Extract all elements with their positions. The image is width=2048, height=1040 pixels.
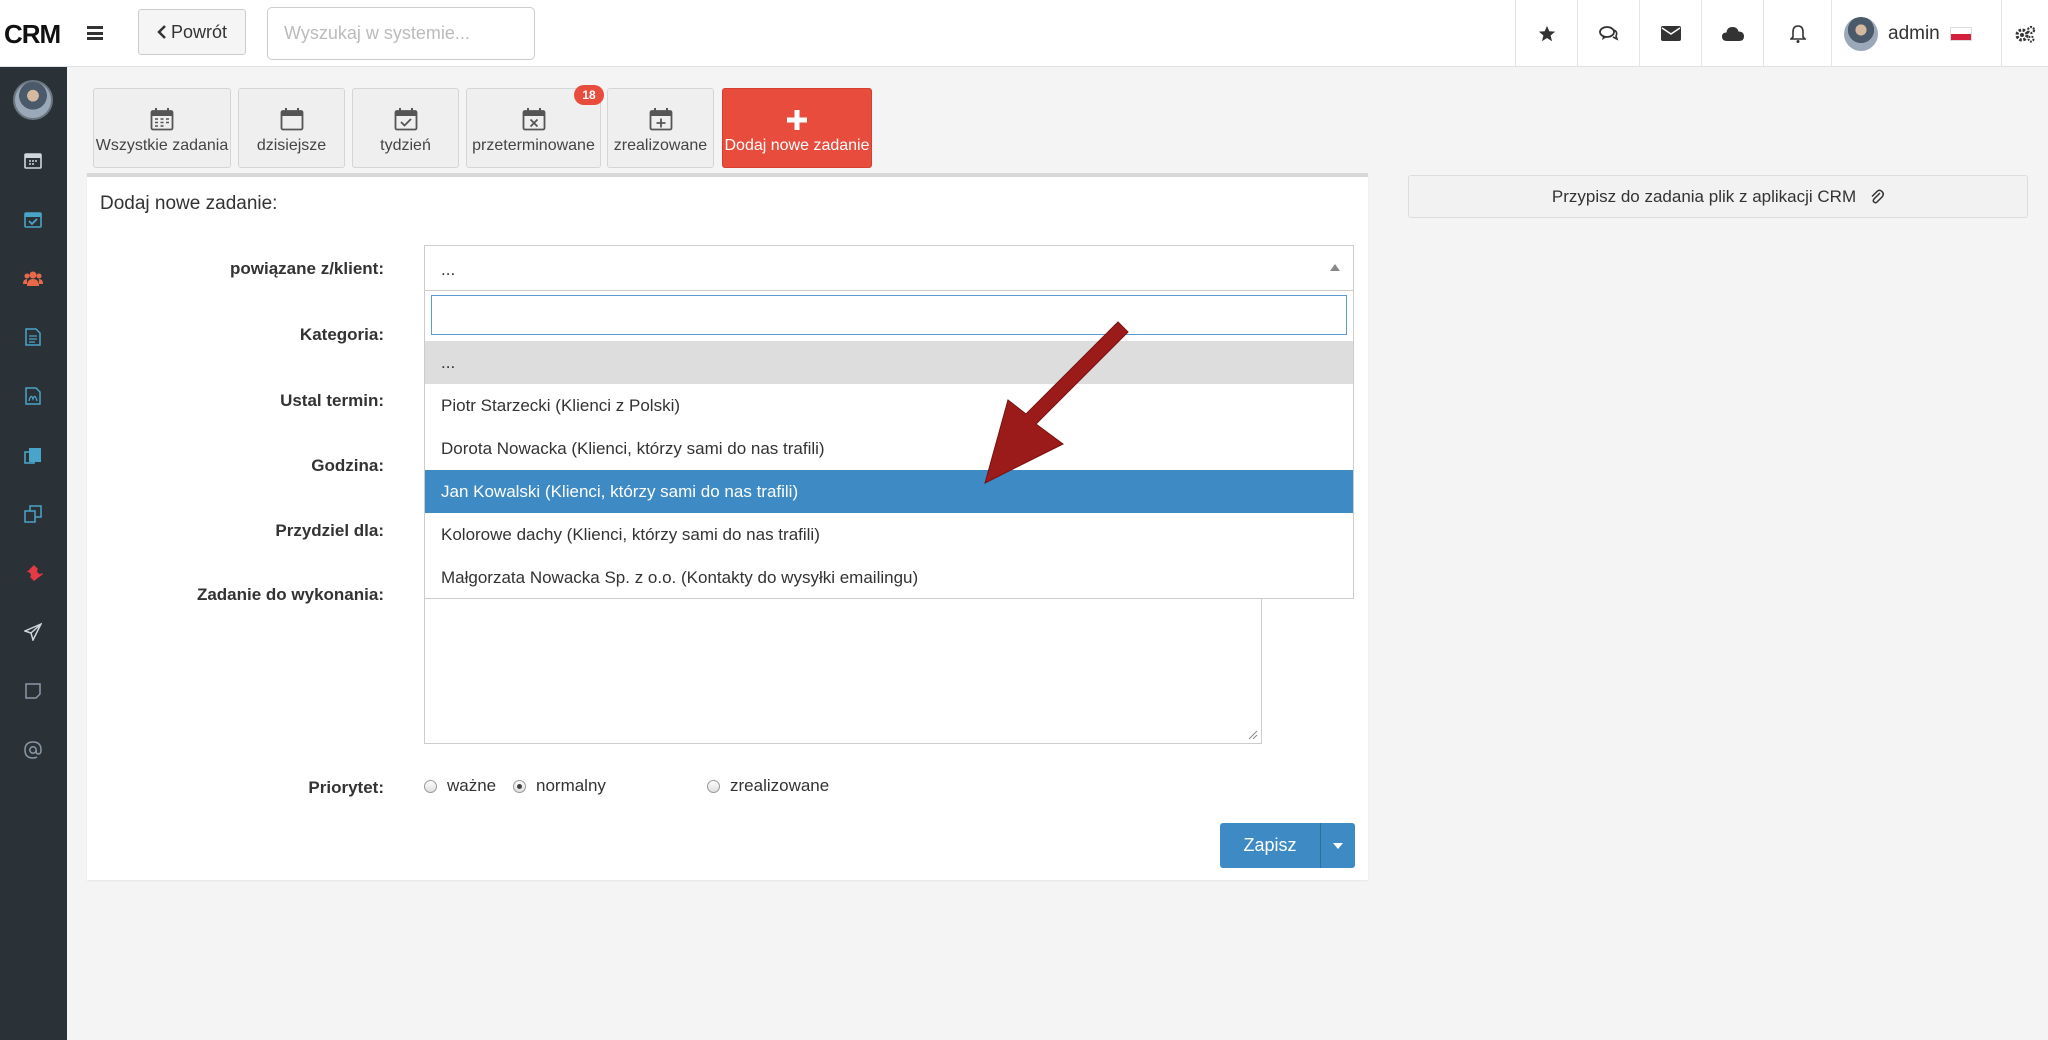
- priority-normal-option[interactable]: normalny: [513, 776, 606, 796]
- attach-crm-file-button[interactable]: Przypisz do zadania plik z aplikacji CRM: [1408, 175, 2028, 218]
- hour-label: Godzina:: [311, 456, 384, 475]
- calendar-icon: [150, 108, 174, 131]
- priority-important-option[interactable]: ważne: [424, 776, 496, 796]
- language-flag-icon[interactable]: [1949, 26, 1972, 41]
- annotation-arrow-icon: [984, 321, 1129, 484]
- related-client-select[interactable]: ...: [424, 245, 1354, 291]
- mail-button[interactable]: [1639, 0, 1701, 67]
- bell-icon: [1789, 24, 1806, 43]
- back-button[interactable]: Powrót: [138, 9, 246, 55]
- tab-today[interactable]: dzisiejsze: [238, 88, 345, 168]
- dropdown-option[interactable]: Piotr Starzecki (Klienci z Polski): [425, 384, 1353, 427]
- hamburger-menu-icon[interactable]: [87, 26, 103, 40]
- dropdown-option-highlighted[interactable]: Jan Kowalski (Klienci, którzy sami do na…: [425, 470, 1353, 513]
- dropdown-option[interactable]: ...: [425, 341, 1353, 384]
- overdue-count-badge: 18: [574, 85, 604, 105]
- note-icon[interactable]: [22, 680, 44, 702]
- category-label: Kategoria:: [299, 325, 384, 344]
- dropdown-option[interactable]: Dorota Nowacka (Klienci, którzy sami do …: [425, 427, 1353, 470]
- cloud-button[interactable]: [1701, 0, 1763, 67]
- dropdown-option[interactable]: Małgorzata Nowacka Sp. z o.o. (Kontakty …: [425, 556, 1353, 599]
- caret-up-icon[interactable]: [1330, 264, 1340, 271]
- top-bar: CRM Powrót admin: [0, 0, 2048, 67]
- tab-label: przeterminowane: [472, 137, 595, 154]
- add-new-task-button[interactable]: Dodaj nowe zadanie: [722, 88, 872, 168]
- calendar-icon[interactable]: [22, 149, 44, 171]
- clipboard-icon[interactable]: [22, 444, 44, 466]
- radio-label: normalny: [536, 776, 606, 795]
- comments-icon: [1598, 25, 1618, 41]
- chevron-left-icon: [157, 25, 166, 39]
- tab-label: tydzień: [380, 137, 431, 154]
- priority-label: Priorytet:: [308, 778, 384, 797]
- save-options-dropdown[interactable]: [1320, 823, 1355, 868]
- envelope-icon: [1660, 26, 1681, 41]
- paperclip-icon: [1871, 189, 1885, 203]
- attach-button-label: Przypisz do zadania plik z aplikacji CRM: [1551, 186, 1857, 206]
- assign-label: Przydziel dla:: [275, 521, 384, 540]
- task-label: Zadanie do wykonania:: [196, 585, 384, 604]
- dropdown-search-input[interactable]: [431, 295, 1347, 335]
- panel-title: Dodaj nowe zadanie:: [100, 193, 278, 214]
- pdf-icon[interactable]: [22, 385, 44, 407]
- copy-icon[interactable]: [22, 503, 44, 525]
- cloud-icon: [1721, 27, 1744, 41]
- tab-label: dzisiejsze: [256, 137, 327, 154]
- send-icon[interactable]: [22, 621, 44, 643]
- star-icon: [1538, 25, 1555, 41]
- task-description-textarea[interactable]: [424, 599, 1262, 744]
- tab-label: zrealizowane: [613, 137, 708, 154]
- favorites-button[interactable]: [1515, 0, 1577, 67]
- sidebar: [0, 67, 67, 1040]
- settings-button[interactable]: [2001, 0, 2048, 67]
- related-label: powiązane z/klient:: [230, 259, 384, 278]
- tab-completed[interactable]: zrealizowane: [607, 88, 714, 168]
- radio-button[interactable]: [707, 779, 720, 793]
- tab-label: Wszystkie zadania: [95, 137, 229, 154]
- calendar-plus-icon: [649, 108, 672, 131]
- user-name: admin: [1888, 22, 1940, 44]
- calendar-times-icon: [522, 108, 545, 131]
- radio-button[interactable]: [513, 779, 526, 793]
- search-input[interactable]: [267, 7, 535, 60]
- gears-icon: [2015, 25, 2036, 42]
- chat-button[interactable]: [1577, 0, 1639, 67]
- user-avatar: [1844, 16, 1878, 51]
- tab-week[interactable]: tydzień: [352, 88, 459, 168]
- radio-label: ważne: [447, 776, 497, 795]
- plus-icon: [787, 110, 807, 130]
- resize-handle-icon[interactable]: [1248, 730, 1258, 740]
- back-button-label: Powrót: [170, 21, 228, 42]
- at-icon[interactable]: [22, 739, 44, 761]
- dropdown-option[interactable]: Kolorowe dachy (Klienci, którzy sami do …: [425, 513, 1353, 556]
- document-icon[interactable]: [22, 326, 44, 348]
- priority-completed-option[interactable]: zrealizowane: [707, 776, 829, 796]
- save-button[interactable]: Zapisz: [1220, 823, 1320, 868]
- user-menu[interactable]: admin: [1831, 0, 2001, 67]
- deadline-label: Ustal termin:: [280, 391, 384, 410]
- radio-button[interactable]: [424, 779, 437, 793]
- sidebar-avatar[interactable]: [13, 80, 53, 120]
- tasks-icon[interactable]: [22, 208, 44, 230]
- notifications-button[interactable]: [1763, 0, 1831, 67]
- tab-label: Dodaj nowe zadanie: [724, 137, 870, 154]
- caret-down-icon: [1333, 842, 1343, 849]
- radio-label: zrealizowane: [730, 776, 830, 795]
- calendar-icon: [280, 108, 303, 131]
- ticket-icon[interactable]: [22, 562, 44, 584]
- tab-all-tasks[interactable]: Wszystkie zadania: [93, 88, 231, 168]
- app-logo[interactable]: CRM: [4, 19, 61, 50]
- users-icon[interactable]: [22, 267, 44, 289]
- calendar-check-icon: [394, 108, 417, 131]
